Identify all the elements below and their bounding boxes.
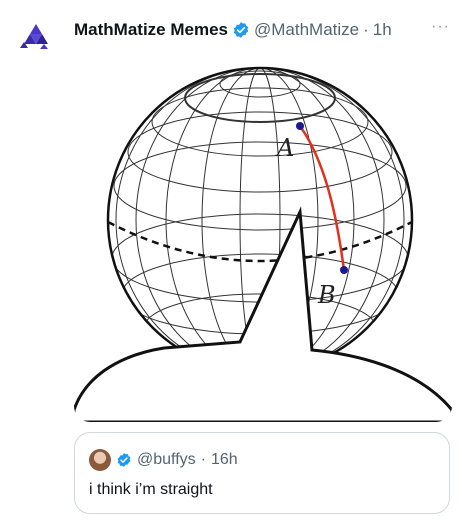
author-avatar[interactable] xyxy=(12,14,56,58)
globe-meme-illustration: A B xyxy=(74,66,452,422)
post-time[interactable]: 1h xyxy=(373,20,392,40)
point-b-label: B xyxy=(317,281,336,309)
quoted-time[interactable]: 16h xyxy=(211,451,238,469)
quoted-header: @buffys · 16h xyxy=(89,449,238,471)
verified-badge-icon xyxy=(117,453,131,467)
author-name[interactable]: MathMatize Memes xyxy=(74,20,228,40)
post-header: MathMatize Memes @MathMatize · 1h ··· xyxy=(74,18,450,42)
separator-dot: · xyxy=(363,20,369,39)
point-a-label: A xyxy=(275,134,294,162)
post-image[interactable]: A B xyxy=(74,50,452,422)
verified-badge-icon xyxy=(233,22,249,38)
more-options-icon[interactable]: ··· xyxy=(431,18,450,36)
quoted-handle[interactable]: @buffys xyxy=(137,451,196,469)
mathmatize-logo-icon xyxy=(12,14,56,58)
quoted-separator-dot: · xyxy=(200,451,206,468)
quoted-avatar[interactable] xyxy=(89,449,111,471)
quoted-post[interactable]: @buffys · 16h i think i’m straight xyxy=(74,432,450,514)
author-handle[interactable]: @MathMatize xyxy=(254,20,359,40)
quoted-text: i think i’m straight xyxy=(89,481,213,498)
